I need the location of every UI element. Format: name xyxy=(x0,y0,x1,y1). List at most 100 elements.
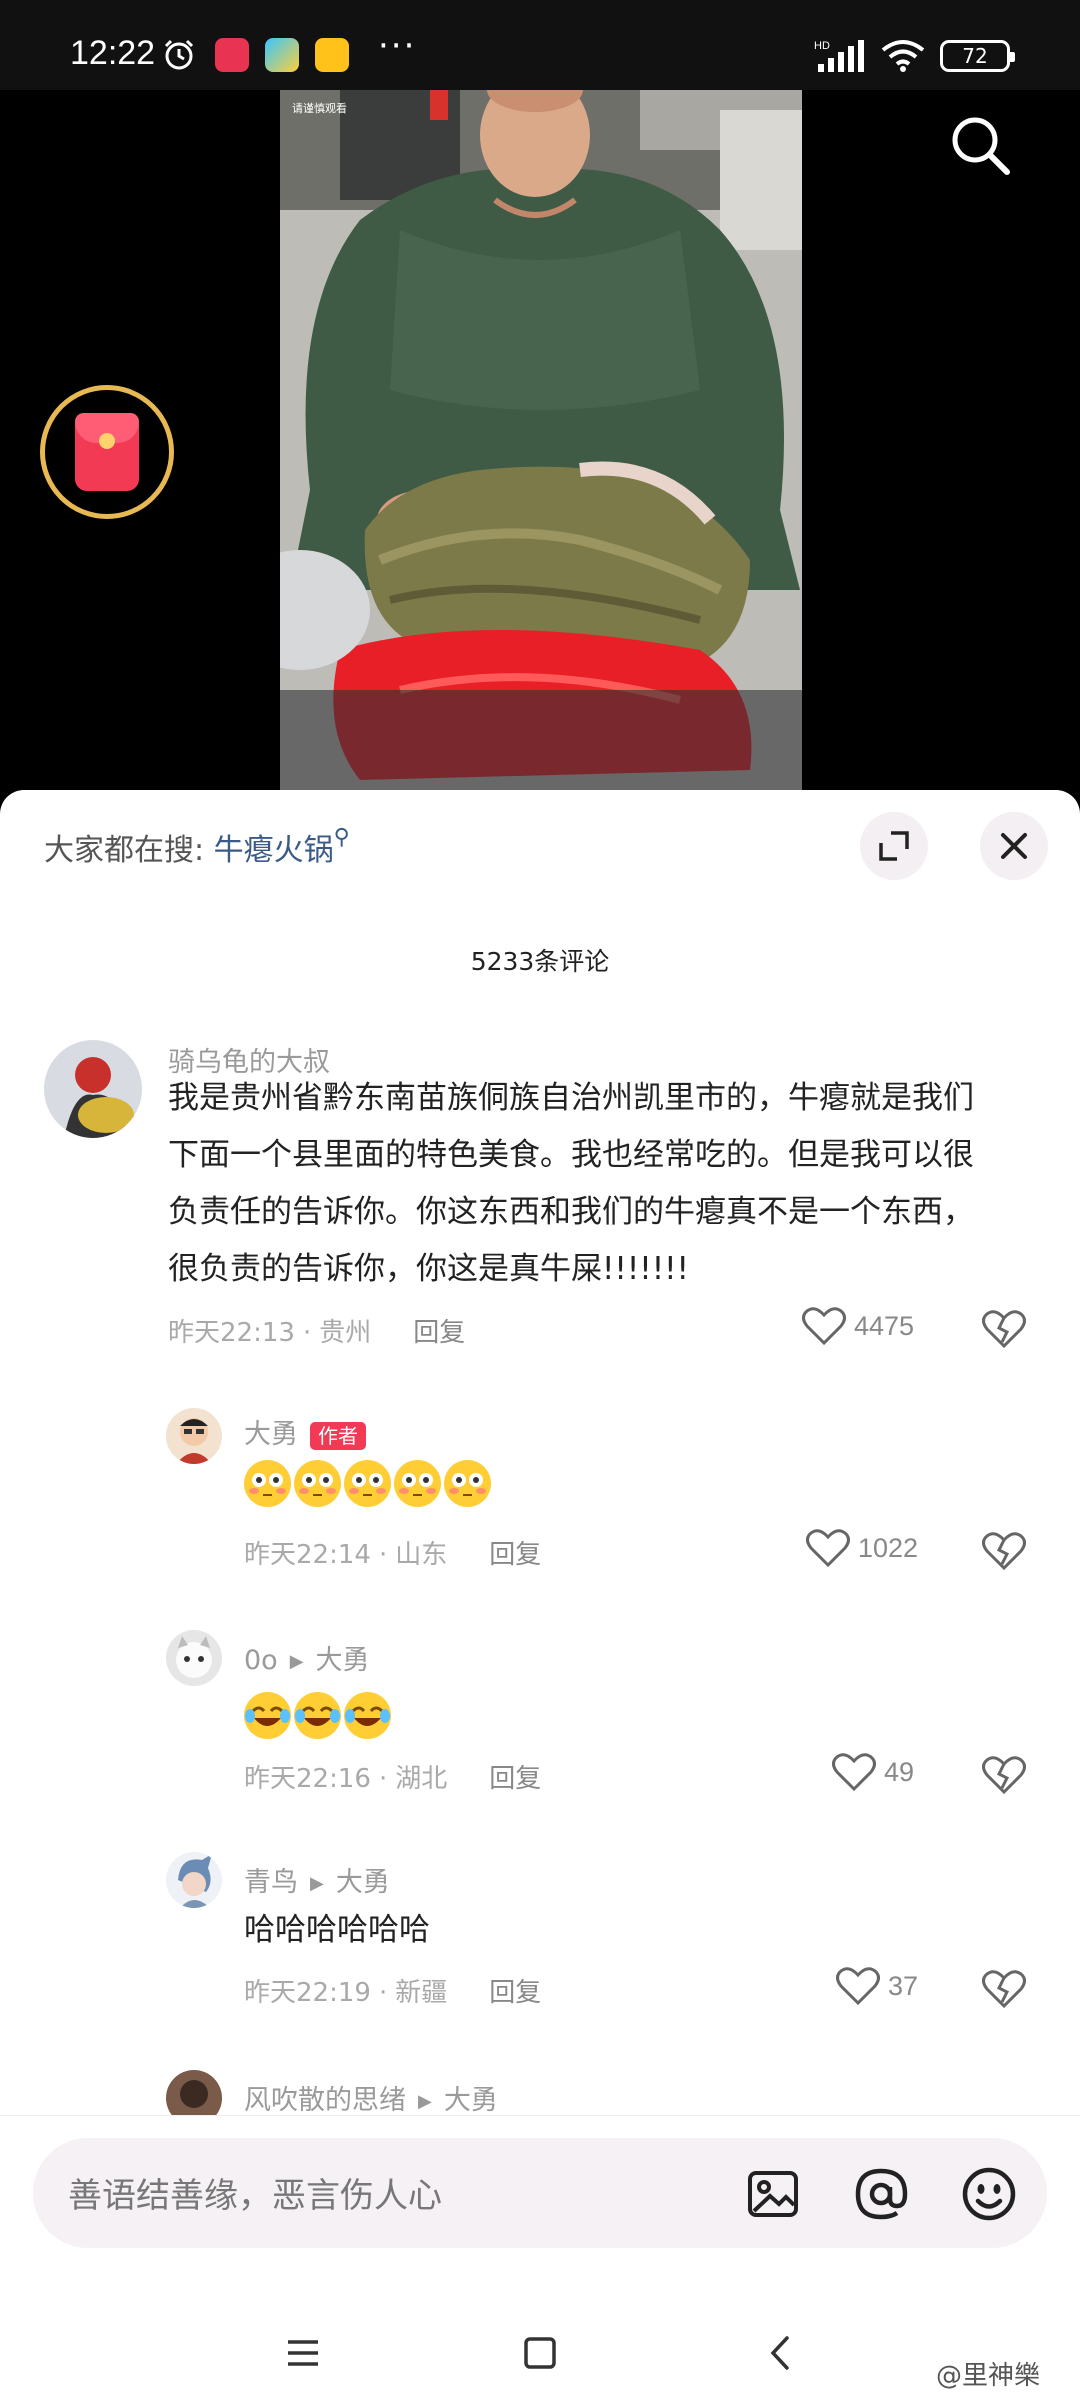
avatar[interactable] xyxy=(166,1630,222,1686)
comment-location: 贵州 xyxy=(319,1318,372,1348)
comment-time: 昨天22:16 xyxy=(244,1764,371,1794)
comment-meta: 昨天22:14 · 山东 回复 xyxy=(244,1540,542,1570)
search-hint-icon: ⚲ xyxy=(333,825,350,850)
image-icon[interactable] xyxy=(745,2166,801,2222)
comment-location: 新疆 xyxy=(395,1978,448,2008)
avatar[interactable] xyxy=(166,1408,222,1464)
dislike-icon[interactable] xyxy=(982,1306,1026,1350)
comment-count-title: 5233条评论 xyxy=(470,947,610,976)
like-count: 4475 xyxy=(854,1310,915,1341)
comment-text-line: 很负责的告诉你，你这是真牛屎!!!!!!! xyxy=(168,1251,689,1287)
emoji-row xyxy=(244,1692,391,1739)
dislike-icon[interactable] xyxy=(982,1528,1026,1572)
game-app-icon xyxy=(315,38,349,72)
alarm-icon xyxy=(164,39,194,70)
heart-icon xyxy=(802,1307,846,1346)
app-screen: 12:22 ··· HD 72 请谨慎观看 大家都在搜: 牛瘪火锅⚲ 5233条… xyxy=(0,0,1080,2400)
video-frame[interactable]: 请谨慎观看 xyxy=(280,90,802,790)
reply-button[interactable]: 回复 xyxy=(413,1318,465,1348)
close-button[interactable] xyxy=(980,812,1048,880)
video-player[interactable]: 请谨慎观看 xyxy=(0,90,1080,800)
search-suggestion[interactable]: 大家都在搜: 牛瘪火锅⚲ xyxy=(44,825,350,869)
dislike-icon[interactable] xyxy=(982,1752,1026,1796)
search-icon[interactable] xyxy=(945,110,1015,180)
heart-icon xyxy=(832,1753,876,1792)
comment-location: 山东 xyxy=(395,1540,448,1570)
reply-target[interactable]: 大勇 xyxy=(316,1645,370,1676)
like-button[interactable]: 49 xyxy=(832,1752,914,1792)
like-count: 49 xyxy=(884,1756,915,1787)
tears-of-joy-emoji-icon xyxy=(344,1692,391,1739)
avatar[interactable] xyxy=(166,1852,222,1908)
status-bar: 12:22 ··· HD 72 xyxy=(0,0,1080,90)
comment-text: 我是贵州省黔东南苗族侗族自治州凯里市的，牛瘪就是我们 下面一个县里面的特色美食。… xyxy=(168,1070,1028,1298)
video-app-icon xyxy=(265,38,299,72)
comment-username[interactable]: 风吹散的思绪 ▶ 大勇 xyxy=(244,2078,498,2115)
flushed-emoji-icon xyxy=(244,1460,291,1507)
dislike-icon[interactable] xyxy=(982,1966,1026,2010)
at-icon[interactable] xyxy=(853,2166,909,2222)
reply-button[interactable]: 回复 xyxy=(489,1540,541,1570)
network-label: HD xyxy=(814,40,830,52)
status-more: ··· xyxy=(378,26,417,66)
comment-input-placeholder: 善语结善缘，恶言伤人心 xyxy=(68,2176,442,2216)
comment-username[interactable]: 0o ▶ 大勇 xyxy=(244,1638,370,1677)
comment-meta: 昨天22:16 · 湖北 回复 xyxy=(244,1764,542,1794)
comment-text-line: 负责任的告诉你。你这东西和我们的牛瘪真不是一个东西， xyxy=(168,1194,974,1230)
reply-arrow-icon: ▶ xyxy=(289,1651,304,1672)
comment-meta: 昨天22:19 · 新疆 回复 xyxy=(244,1978,542,2008)
reply-target[interactable]: 大勇 xyxy=(444,2085,498,2115)
system-nav-bar xyxy=(0,2316,1080,2400)
reply-target[interactable]: 大勇 xyxy=(336,1867,390,1898)
like-button[interactable]: 1022 xyxy=(806,1528,918,1568)
comment-location: 湖北 xyxy=(395,1764,448,1794)
status-right: HD 72 xyxy=(814,36,1015,76)
comment-time: 昨天22:13 xyxy=(168,1318,295,1348)
tears-of-joy-emoji-icon xyxy=(294,1692,341,1739)
red-packet-icon xyxy=(75,413,139,491)
comment-text-line: 我是贵州省黔东南苗族侗族自治州凯里市的，牛瘪就是我们 xyxy=(168,1080,974,1116)
reply-arrow-icon: ▶ xyxy=(310,1873,324,1894)
comment-input[interactable]: 善语结善缘，恶言伤人心 xyxy=(33,2138,1047,2248)
like-button[interactable]: 37 xyxy=(836,1966,918,2006)
reply-button[interactable]: 回复 xyxy=(489,1978,541,2008)
reply-username[interactable]: 青鸟 xyxy=(244,1867,298,1898)
emoji-row xyxy=(244,1460,491,1507)
battery-icon: 72 xyxy=(940,40,1015,72)
avatar[interactable] xyxy=(166,2070,222,2115)
comment-reply-item: 风吹散的思绪 ▶ 大勇 xyxy=(0,2070,1080,2115)
comment-input-area: 善语结善缘，恶言伤人心 xyxy=(0,2115,1080,2400)
flushed-emoji-icon xyxy=(394,1460,441,1507)
signal-icon: HD xyxy=(814,40,864,72)
reply-button[interactable]: 回复 xyxy=(489,1764,541,1794)
reply-username[interactable]: 0o xyxy=(244,1645,278,1676)
comment-time: 昨天22:19 xyxy=(244,1978,371,2008)
wifi-icon xyxy=(881,40,925,72)
expand-button[interactable] xyxy=(860,812,928,880)
comment-time: 昨天22:14 xyxy=(244,1540,371,1570)
like-button[interactable]: 4475 xyxy=(802,1306,914,1346)
video-watermark: 请谨慎观看 xyxy=(292,101,347,115)
comment-username[interactable]: 大勇 作者 xyxy=(244,1412,366,1451)
battery-level: 72 xyxy=(962,44,988,68)
comment-text: 哈哈哈哈哈哈 xyxy=(244,1912,430,1948)
status-time: 12:22 xyxy=(70,34,156,72)
close-icon xyxy=(1001,833,1027,859)
comment-username[interactable]: 青鸟 ▶ 大勇 xyxy=(244,1860,390,1899)
red-packet-button[interactable] xyxy=(40,385,174,519)
search-prefix: 大家都在搜: xyxy=(44,833,205,868)
like-count: 37 xyxy=(888,1970,919,2001)
menu-icon[interactable] xyxy=(278,2328,328,2378)
comment-meta: 昨天22:13 · 贵州 回复 xyxy=(168,1318,466,1348)
flushed-emoji-icon xyxy=(294,1460,341,1507)
reply-username[interactable]: 大勇 xyxy=(244,1419,298,1450)
emoji-icon[interactable] xyxy=(961,2166,1017,2222)
avatar[interactable] xyxy=(44,1040,142,1138)
search-keyword[interactable]: 牛瘪火锅 xyxy=(214,833,334,868)
home-icon[interactable] xyxy=(515,2328,565,2378)
reply-username[interactable]: 风吹散的思绪 xyxy=(244,2085,406,2115)
comment-text-line: 下面一个县里面的特色美食。我也经常吃的。但是我可以很 xyxy=(168,1137,974,1173)
tears-of-joy-emoji-icon xyxy=(244,1692,291,1739)
back-icon[interactable] xyxy=(756,2328,806,2378)
reply-arrow-icon: ▶ xyxy=(418,2091,432,2112)
